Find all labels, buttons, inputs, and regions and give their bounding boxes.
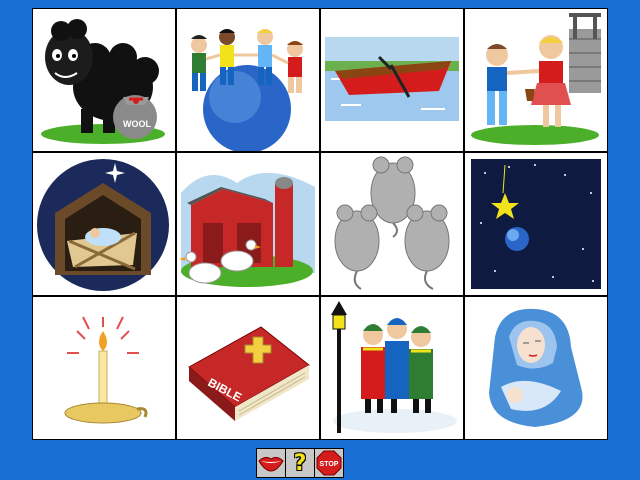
- tile-bible[interactable]: BIBLE: [176, 296, 320, 440]
- manger-image: [37, 159, 169, 291]
- help-button[interactable]: ?: [285, 448, 315, 478]
- three-mice-image: [334, 156, 450, 290]
- bible-image: BIBLE: [188, 326, 310, 421]
- stop-sign-icon: STOP: [316, 450, 342, 476]
- black-sheep-image: WOOL: [41, 19, 165, 144]
- rowboat-image: [325, 37, 459, 121]
- tile-rowboat[interactable]: [320, 8, 464, 152]
- candle-image: [64, 316, 148, 424]
- tile-mother-and-baby[interactable]: [464, 296, 608, 440]
- stop-label: STOP: [320, 461, 339, 468]
- wool-label: WOOL: [123, 119, 151, 129]
- children-on-globe-image: [191, 29, 303, 151]
- picture-board: WOOL BIBLE: [32, 8, 608, 440]
- tile-children-on-globe[interactable]: [176, 8, 320, 152]
- star-night-sky-image: [471, 159, 601, 289]
- help-label: ?: [293, 450, 307, 476]
- lips-icon: [258, 456, 284, 472]
- tile-star-night-sky[interactable]: [464, 152, 608, 296]
- farm-barn-image: [179, 172, 315, 287]
- tile-manger[interactable]: [32, 152, 176, 296]
- stop-button[interactable]: STOP: [314, 448, 344, 478]
- tile-three-mice[interactable]: [320, 152, 464, 296]
- tile-candle[interactable]: [32, 296, 176, 440]
- carolers-image: [331, 301, 457, 433]
- mother-and-baby-image: [489, 308, 583, 427]
- tile-carolers[interactable]: [320, 296, 464, 440]
- tile-farm-barn[interactable]: [176, 152, 320, 296]
- tile-jack-and-jill[interactable]: [464, 8, 608, 152]
- jack-and-jill-image: [471, 13, 601, 145]
- speak-button[interactable]: [256, 448, 286, 478]
- toolbar: ? STOP: [256, 448, 344, 480]
- tile-black-sheep[interactable]: WOOL: [32, 8, 176, 152]
